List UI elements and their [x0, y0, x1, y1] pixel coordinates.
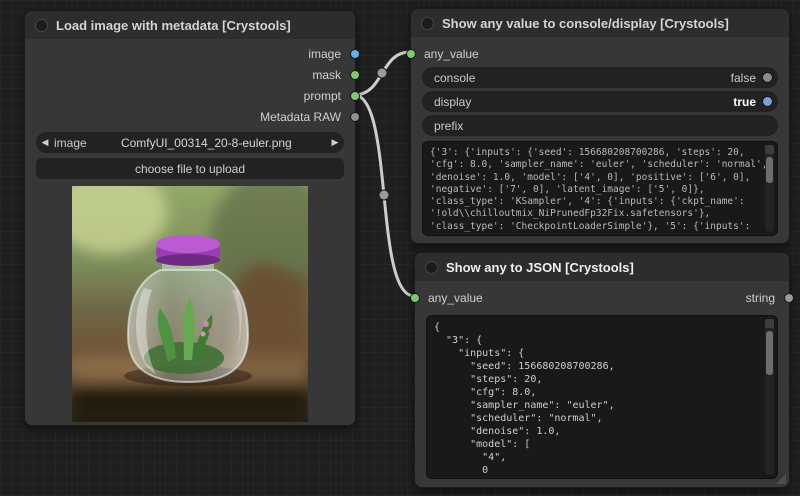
json-output-text: { "3": { "inputs": { "seed": 15668020870… [427, 316, 777, 479]
node-title: Load image with metadata [Crystools] [56, 18, 291, 33]
output-label-string: string [675, 290, 775, 306]
console-output-textarea[interactable]: {'3': {'inputs': {'seed': 15668020870028… [422, 141, 778, 236]
scroll-up-icon[interactable] [765, 319, 774, 328]
json-output-textarea[interactable]: { "3": { "inputs": { "seed": 15668020870… [426, 315, 778, 479]
collapse-dot-icon[interactable] [425, 261, 438, 274]
node-title-bar[interactable]: Show any to JSON [Crystools] [415, 253, 789, 281]
scrollbar-vertical[interactable] [765, 145, 774, 232]
choose-file-button[interactable]: choose file to upload [36, 158, 344, 179]
node-title-bar[interactable]: Show any value to console/display [Cryst… [411, 9, 789, 37]
output-label-metadata-raw: Metadata RAW [221, 109, 341, 125]
input-label-any-value: any_value [428, 290, 483, 306]
image-file-combo[interactable]: ◀ image ComfyUI_00314_20-8-euler.png ▶ [36, 132, 344, 153]
scrollbar-vertical[interactable] [765, 319, 774, 475]
image-preview [72, 186, 308, 422]
input-label-any-value: any_value [424, 46, 479, 62]
output-slot-image[interactable] [350, 49, 360, 59]
input-slot-any-value[interactable] [406, 49, 416, 59]
wire-midpoint-dot[interactable] [379, 190, 389, 200]
scroll-thumb[interactable] [766, 331, 773, 375]
prefix-field[interactable]: prefix [422, 115, 778, 136]
wire-midpoint-dot[interactable] [377, 68, 387, 78]
collapse-dot-icon[interactable] [35, 19, 48, 32]
input-slot-any-value[interactable] [410, 293, 420, 303]
output-slot-metadata-raw[interactable] [350, 112, 360, 122]
console-toggle[interactable]: console false [422, 67, 778, 88]
wire-prompt-to-json [354, 95, 414, 296]
node-title: Show any to JSON [Crystools] [446, 260, 634, 275]
collapse-dot-icon[interactable] [421, 17, 434, 30]
combo-value[interactable]: ComfyUI_00314_20-8-euler.png [87, 136, 326, 150]
combo-prev-icon[interactable]: ◀ [36, 137, 54, 148]
node-show-any-to-json[interactable]: Show any to JSON [Crystools] any_value s… [414, 252, 790, 488]
node-title: Show any value to console/display [Cryst… [442, 16, 729, 31]
output-label-prompt: prompt [221, 88, 341, 104]
output-label-mask: mask [221, 67, 341, 83]
display-toggle-value: true [471, 95, 762, 109]
console-toggle-label: console [422, 71, 475, 85]
node-load-image-with-metadata[interactable]: Load image with metadata [Crystools] ima… [24, 10, 356, 426]
prefix-field-label: prefix [422, 119, 463, 133]
comfyui-canvas[interactable]: Load image with metadata [Crystools] ima… [0, 0, 800, 496]
node-resize-handle[interactable] [776, 474, 786, 484]
console-output-text: {'3': {'inputs': {'seed': 15668020870028… [423, 142, 777, 236]
node-title-bar[interactable]: Load image with metadata [Crystools] [25, 11, 355, 39]
console-toggle-value: false [475, 71, 762, 85]
combo-label: image [54, 136, 87, 150]
scroll-up-icon[interactable] [765, 145, 774, 154]
wire-prompt-to-console [354, 52, 410, 95]
jar-preview-illustration [72, 186, 308, 422]
display-toggle[interactable]: display true [422, 91, 778, 112]
output-slot-prompt[interactable] [350, 91, 360, 101]
display-toggle-pin[interactable] [762, 96, 773, 107]
combo-next-icon[interactable]: ▶ [326, 137, 344, 148]
scroll-thumb[interactable] [766, 157, 773, 183]
output-slot-string[interactable] [784, 293, 794, 303]
node-show-any-value-console[interactable]: Show any value to console/display [Cryst… [410, 8, 790, 244]
display-toggle-label: display [422, 95, 471, 109]
output-label-image: image [221, 46, 341, 62]
console-toggle-pin[interactable] [762, 72, 773, 83]
output-slot-mask[interactable] [350, 70, 360, 80]
